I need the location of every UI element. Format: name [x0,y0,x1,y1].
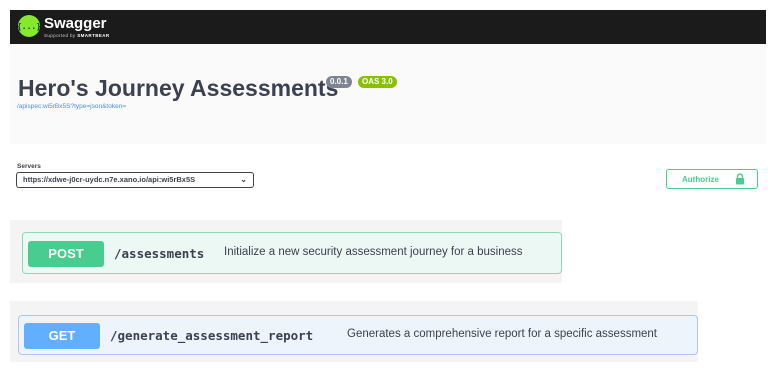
chevron-down-icon: ⌄ [240,175,247,184]
spec-link[interactable]: /apispec:wi5rBx5S?type=json&token= [17,103,126,110]
brand-sub-prefix: Supported by [44,33,78,38]
version-badge: 0.0.1 [326,76,352,88]
operation-section-get: GET /generate_assessment_report Generate… [10,301,698,362]
authorize-label: Authorize [682,175,719,184]
info-section: Hero's Journey Assessments 0.0.1 OAS 3.0… [10,44,766,144]
operation-summary: Initialize a new security assessment jou… [224,246,523,258]
method-badge-post: POST [28,241,104,267]
brand-name[interactable]: Swagger [44,15,107,32]
topbar: {...} Swagger Supported by SMARTBEAR [10,10,766,44]
opblock-post-assessments[interactable]: POST /assessments Initialize a new secur… [22,232,562,274]
operation-path: /generate_assessment_report [110,328,314,343]
swagger-logo-icon[interactable]: {...} [16,15,42,37]
operation-summary: Generates a comprehensive report for a s… [347,328,658,340]
servers-label: Servers [17,163,41,170]
authorize-button[interactable]: Authorize [666,169,758,189]
servers-selected-value: https://xdwe-j0cr-uydc.n7e.xano.io/api:w… [23,175,196,184]
operation-path: /assessments [114,246,205,261]
brand-subtitle: Supported by SMARTBEAR [44,33,110,38]
logo-glyph: {...} [16,21,42,31]
page-title: Hero's Journey Assessments [18,75,339,101]
servers-select[interactable]: https://xdwe-j0cr-uydc.n7e.xano.io/api:w… [16,172,254,188]
brand-sub-company: SMARTBEAR [77,33,110,38]
oas-badge: OAS 3.0 [358,76,397,88]
opblock-get-generate-assessment-report[interactable]: GET /generate_assessment_report Generate… [18,315,698,355]
lock-icon [736,173,744,185]
operation-section-post: POST /assessments Initialize a new secur… [10,220,562,283]
method-badge-get: GET [24,323,100,349]
